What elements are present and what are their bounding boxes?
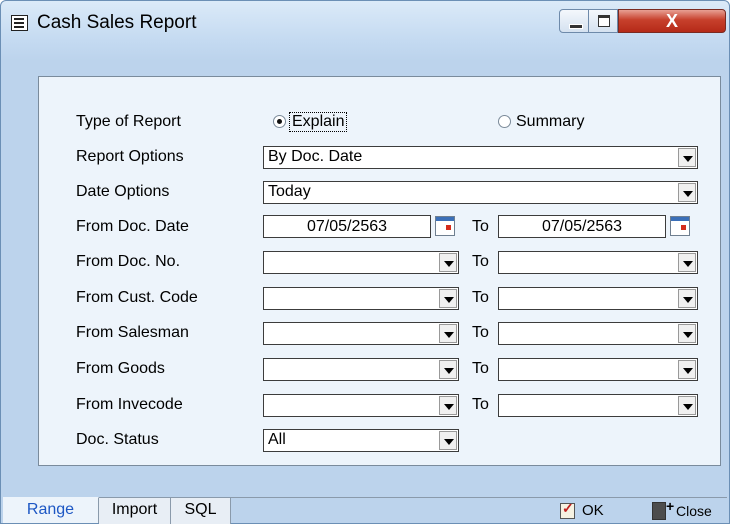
chevron-down-icon[interactable] [678, 289, 696, 308]
from-invecode-label: From Invecode [76, 396, 183, 413]
to-doc-date-input[interactable]: 07/05/2563 [498, 215, 666, 238]
to-salesman-select[interactable] [498, 322, 698, 345]
to-label: To [472, 253, 489, 270]
to-invecode-select[interactable] [498, 394, 698, 417]
chevron-down-icon[interactable] [439, 396, 457, 415]
chevron-down-icon[interactable] [439, 289, 457, 308]
doc-status-label: Doc. Status [76, 431, 159, 448]
tab-import[interactable]: Import [99, 498, 171, 524]
tab-sql[interactable]: SQL [171, 498, 231, 524]
report-options-select[interactable]: By Doc. Date [263, 146, 698, 169]
to-label: To [472, 324, 489, 341]
window-title: Cash Sales Report [37, 12, 197, 33]
chevron-down-icon[interactable] [678, 324, 696, 343]
chevron-down-icon[interactable] [678, 253, 696, 272]
from-cust-code-label: From Cust. Code [76, 289, 198, 306]
date-options-label: Date Options [76, 183, 170, 200]
explain-radio[interactable] [273, 115, 286, 128]
calendar-icon[interactable] [670, 216, 690, 236]
date-options-select[interactable]: Today [263, 181, 698, 204]
report-options-value: By Doc. Date [268, 148, 363, 165]
ok-label: OK [582, 502, 604, 519]
to-label: To [472, 289, 489, 306]
tab-range[interactable]: Range [3, 497, 99, 523]
to-goods-select[interactable] [498, 358, 698, 381]
chevron-down-icon[interactable] [439, 253, 457, 272]
summary-radio-label[interactable]: Summary [516, 113, 584, 131]
report-icon [11, 15, 28, 31]
chevron-down-icon[interactable] [439, 324, 457, 343]
from-salesman-label: From Salesman [76, 324, 189, 341]
maximize-button[interactable] [588, 9, 618, 33]
to-label: To [472, 360, 489, 377]
title-bar[interactable]: Cash Sales Report X [1, 1, 729, 45]
from-cust-code-select[interactable] [263, 287, 459, 310]
chevron-down-icon[interactable] [439, 431, 457, 450]
from-goods-label: From Goods [76, 360, 165, 377]
ok-button[interactable]: OK [560, 500, 622, 523]
from-doc-date-input[interactable]: 07/05/2563 [263, 215, 431, 238]
close-x-icon: X [665, 11, 678, 31]
from-salesman-select[interactable] [263, 322, 459, 345]
chevron-down-icon[interactable] [678, 396, 696, 415]
exit-door-icon [652, 498, 674, 520]
from-doc-no-select[interactable] [263, 251, 459, 274]
doc-status-select[interactable]: All [263, 429, 459, 452]
explain-radio-label[interactable]: Explain [288, 112, 348, 132]
type-of-report-label: Type of Report [76, 113, 181, 130]
to-label: To [472, 396, 489, 413]
chevron-down-icon[interactable] [439, 360, 457, 379]
ok-icon [560, 500, 575, 519]
summary-radio[interactable] [498, 115, 511, 128]
chevron-down-icon[interactable] [678, 148, 696, 167]
to-doc-no-select[interactable] [498, 251, 698, 274]
from-doc-no-label: From Doc. No. [76, 253, 181, 270]
close-label: Close [676, 503, 712, 519]
close-window-button[interactable]: X [618, 9, 726, 33]
chevron-down-icon[interactable] [678, 360, 696, 379]
chevron-down-icon[interactable] [678, 183, 696, 202]
close-button[interactable]: Close [652, 498, 726, 523]
report-options-label: Report Options [76, 148, 184, 165]
calendar-icon[interactable] [435, 216, 455, 236]
date-options-value: Today [268, 183, 311, 200]
from-goods-select[interactable] [263, 358, 459, 381]
minimize-button[interactable] [559, 9, 589, 33]
from-invecode-select[interactable] [263, 394, 459, 417]
to-label: To [472, 218, 489, 235]
to-cust-code-select[interactable] [498, 287, 698, 310]
from-doc-date-label: From Doc. Date [76, 218, 189, 235]
doc-status-value: All [268, 431, 286, 448]
cash-sales-report-window: Cash Sales Report X Type of Report Expla… [0, 0, 730, 524]
